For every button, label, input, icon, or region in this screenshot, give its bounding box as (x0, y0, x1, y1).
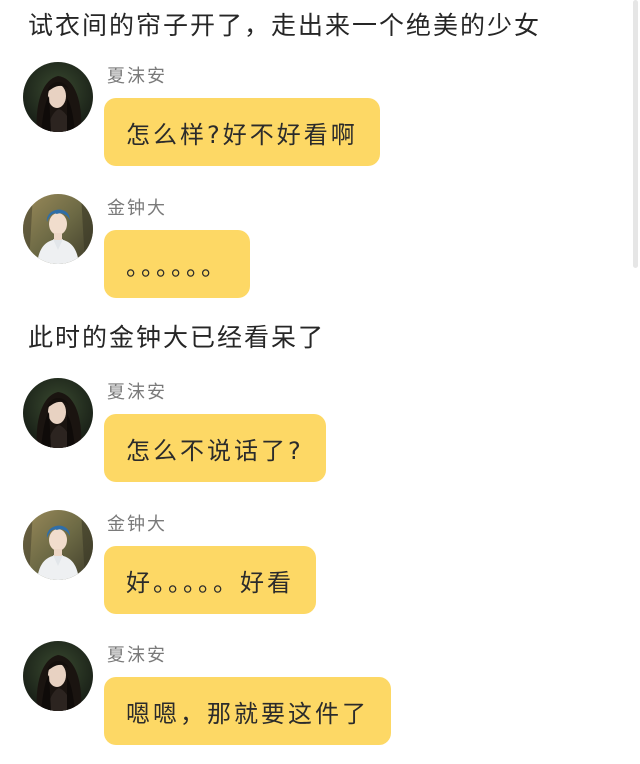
chat-message: 夏沫安 怎么不说话了? (23, 378, 623, 488)
male-avatar-icon (23, 194, 93, 264)
narration-line: 此时的金钟大已经看呆了 (28, 323, 326, 352)
chat-message: 夏沫安 嗯嗯，那就要这件了 (23, 641, 623, 751)
message-bubble: 嗯嗯，那就要这件了 (104, 677, 391, 745)
avatar[interactable] (23, 378, 93, 448)
chat-message: 夏沫安 怎么样?好不好看啊 (23, 62, 623, 172)
female-avatar-icon (23, 62, 93, 132)
message-bubble: 。。。。。。 (104, 230, 250, 298)
avatar[interactable] (23, 194, 93, 264)
avatar[interactable] (23, 62, 93, 132)
message-bubble: 怎么不说话了? (104, 414, 326, 482)
female-avatar-icon (23, 641, 93, 711)
avatar[interactable] (23, 510, 93, 580)
chat-message: 金钟大 。。。。。。 (23, 194, 623, 304)
male-avatar-icon (23, 510, 93, 580)
avatar[interactable] (23, 641, 93, 711)
sender-name: 夏沫安 (107, 66, 167, 87)
sender-name: 夏沫安 (107, 645, 167, 666)
chat-message: 金钟大 好。。。。。好看 (23, 510, 623, 620)
scrollbar[interactable] (633, 0, 638, 268)
message-bubble: 怎么样?好不好看啊 (104, 98, 380, 166)
sender-name: 金钟大 (107, 198, 167, 219)
message-bubble: 好。。。。。好看 (104, 546, 316, 614)
sender-name: 金钟大 (107, 514, 167, 535)
narration-line: 试衣间的帘子开了，走出来一个绝美的少女 (28, 11, 542, 40)
female-avatar-icon (23, 378, 93, 448)
sender-name: 夏沫安 (107, 382, 167, 403)
